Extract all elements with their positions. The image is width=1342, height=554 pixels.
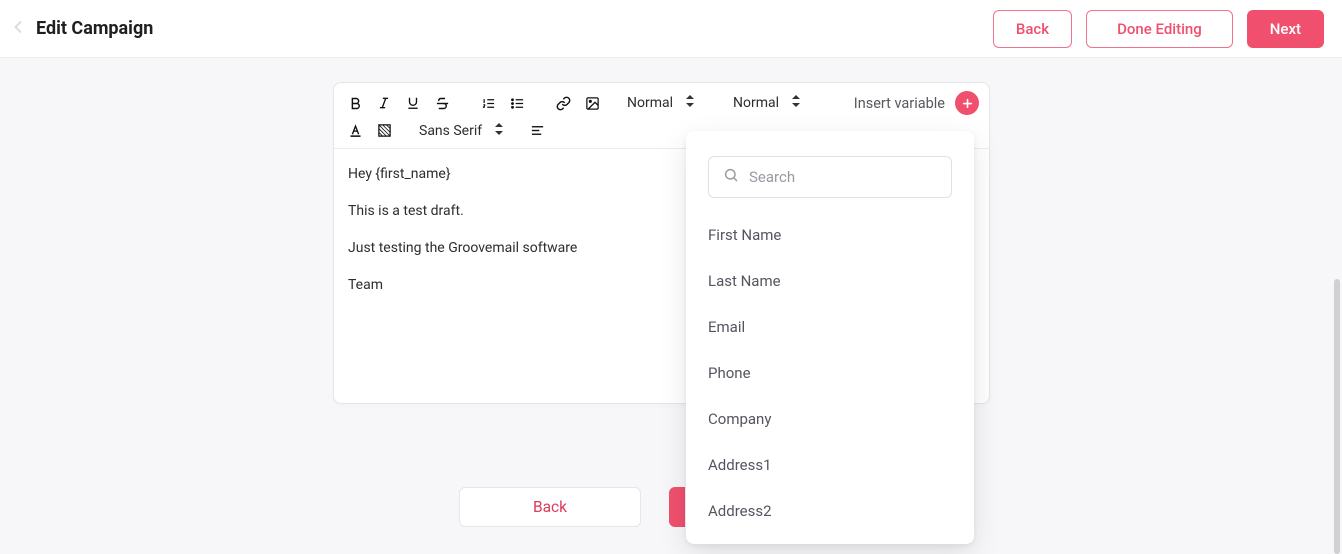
- insert-variable-dropdown: First Name Last Name Email Phone Company…: [686, 131, 974, 544]
- page-title: Edit Campaign: [36, 18, 153, 39]
- scrollbar[interactable]: [1334, 279, 1340, 554]
- variable-item-phone[interactable]: Phone: [708, 350, 952, 396]
- variable-item-company[interactable]: Company: [708, 396, 952, 442]
- text-color-icon[interactable]: [344, 120, 366, 142]
- link-icon[interactable]: [552, 92, 574, 114]
- next-button[interactable]: Next: [1247, 10, 1324, 48]
- sort-icon: [791, 95, 801, 111]
- variable-item-first-name[interactable]: First Name: [708, 212, 952, 258]
- search-box[interactable]: [708, 156, 952, 198]
- search-input[interactable]: [749, 168, 948, 186]
- variable-item-address2[interactable]: Address2: [708, 488, 952, 534]
- bottom-back-button[interactable]: Back: [459, 487, 641, 527]
- variable-item-email[interactable]: Email: [708, 304, 952, 350]
- variable-item-last-name[interactable]: Last Name: [708, 258, 952, 304]
- done-editing-button[interactable]: Done Editing: [1086, 10, 1233, 48]
- search-icon: [723, 167, 739, 187]
- italic-icon[interactable]: [373, 92, 395, 114]
- size-select-label: Normal: [627, 95, 673, 111]
- bold-icon[interactable]: [344, 92, 366, 114]
- ordered-list-icon[interactable]: [477, 92, 499, 114]
- bottom-next-fragment[interactable]: [669, 487, 685, 527]
- back-chevron-icon[interactable]: [8, 17, 28, 41]
- heading-select-label: Normal: [733, 95, 779, 111]
- bottom-actions: Back: [459, 487, 685, 527]
- bullet-list-icon[interactable]: [506, 92, 528, 114]
- top-bar: Edit Campaign Back Done Editing Next: [0, 0, 1342, 58]
- heading-select[interactable]: Normal: [733, 95, 801, 111]
- strikethrough-icon[interactable]: [431, 92, 453, 114]
- image-icon[interactable]: [581, 92, 603, 114]
- size-select[interactable]: Normal: [627, 95, 695, 111]
- variable-item-address1[interactable]: Address1: [708, 442, 952, 488]
- back-button[interactable]: Back: [993, 10, 1072, 48]
- insert-variable-button[interactable]: [955, 91, 979, 115]
- insert-variable-label: Insert variable: [854, 95, 945, 112]
- font-family-label: Sans Serif: [419, 123, 482, 139]
- sort-icon: [494, 123, 504, 139]
- font-family-select[interactable]: Sans Serif: [419, 123, 504, 139]
- underline-icon[interactable]: [402, 92, 424, 114]
- background-color-icon[interactable]: [373, 120, 395, 142]
- align-icon[interactable]: [526, 120, 548, 142]
- sort-icon: [685, 95, 695, 111]
